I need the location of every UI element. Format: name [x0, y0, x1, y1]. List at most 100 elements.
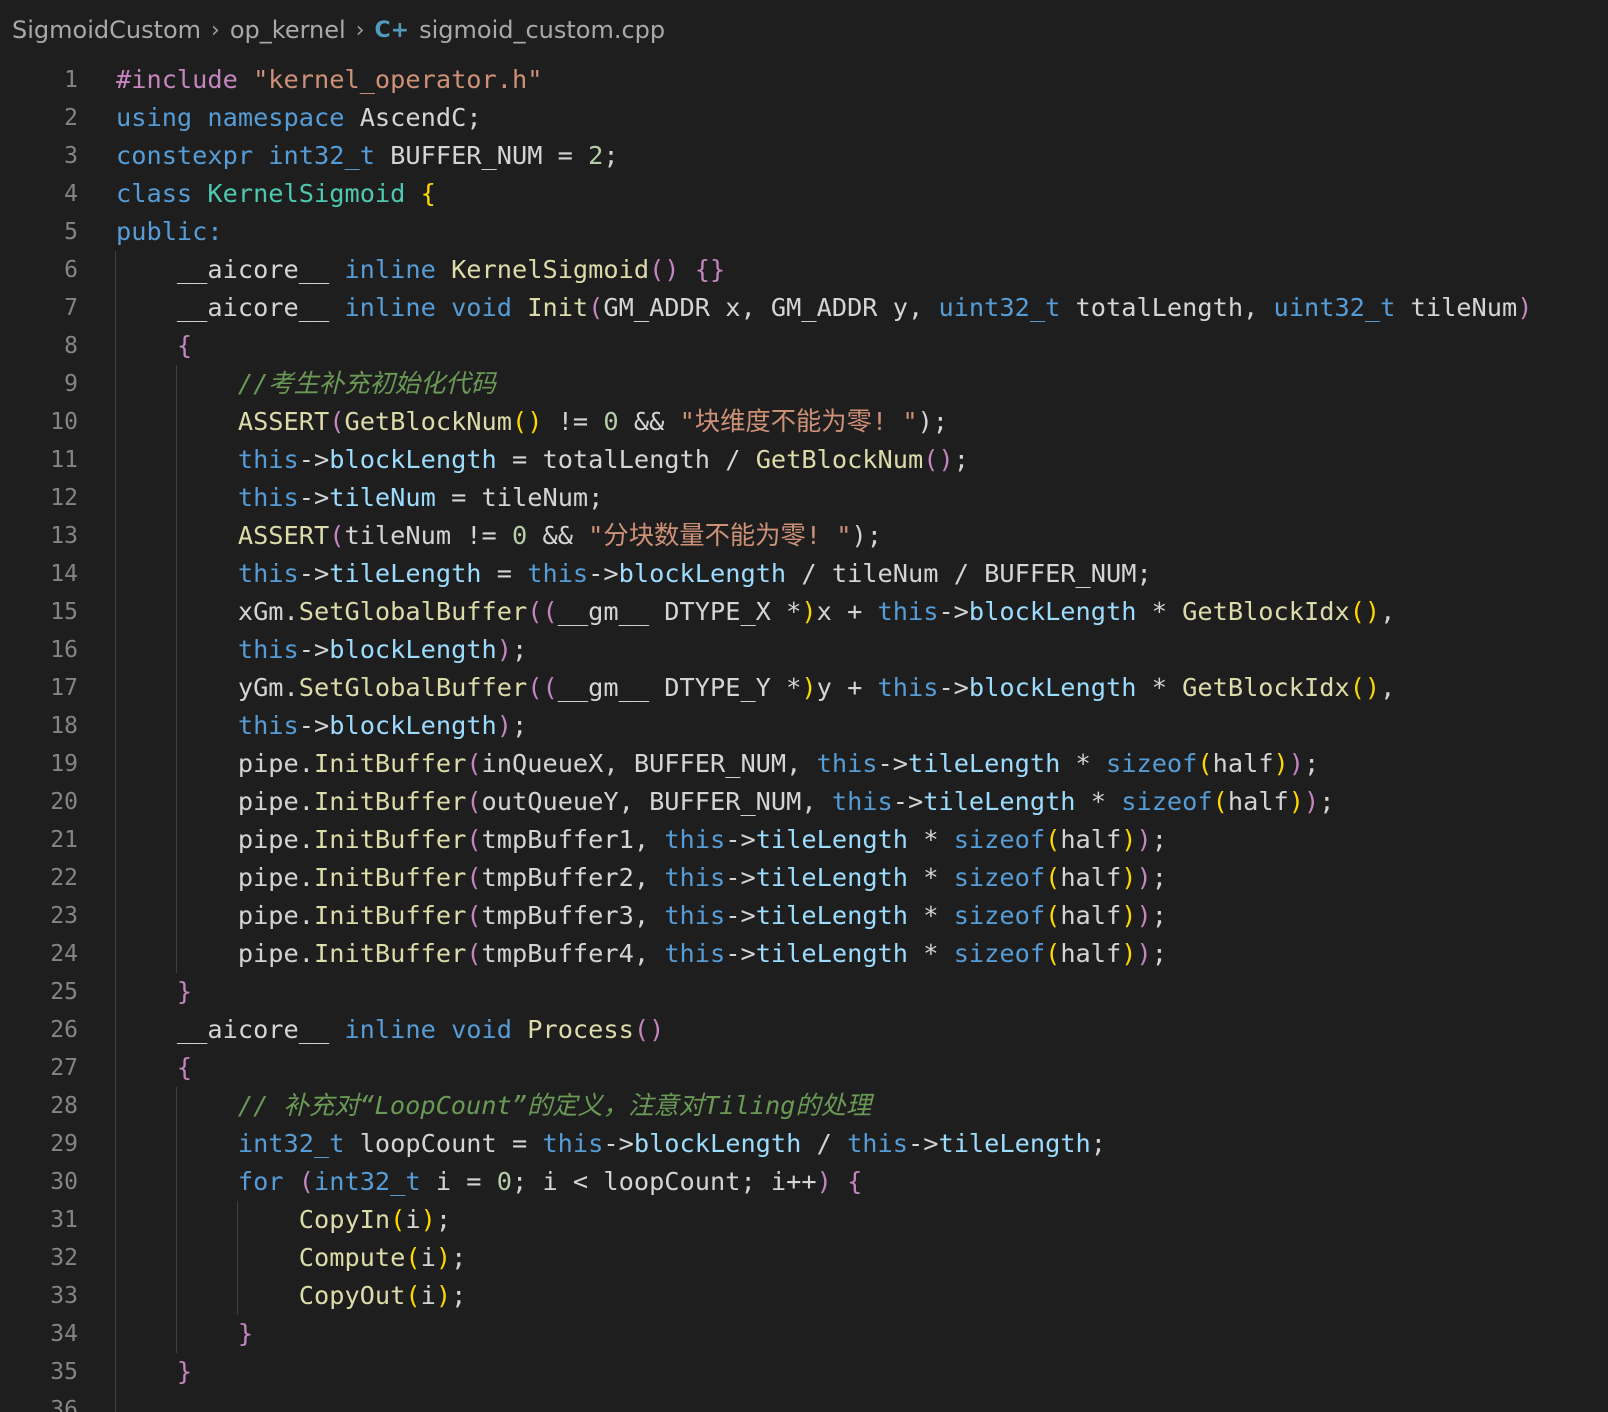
code-line[interactable]: ASSERT(tileNum != 0 && "分块数量不能为零! ");	[116, 517, 1532, 555]
breadcrumb-item-folder[interactable]: SigmoidCustom	[12, 16, 201, 44]
code-line[interactable]	[116, 1391, 1532, 1412]
code-line[interactable]: pipe.InitBuffer(tmpBuffer3, this->tileLe…	[116, 897, 1532, 935]
code-line[interactable]: xGm.SetGlobalBuffer((__gm__ DTYPE_X *)x …	[116, 593, 1532, 631]
code-token: (	[588, 293, 604, 322]
code-token: tileLength	[923, 787, 1091, 816]
code-token: sizeof	[953, 901, 1046, 930]
code-line[interactable]: this->tileLength = this->blockLength / t…	[116, 555, 1532, 593]
code-token: ;	[953, 445, 969, 474]
code-token: half	[1060, 901, 1122, 930]
code-line[interactable]: for (int32_t i = 0; i < loopCount; i++) …	[116, 1163, 1532, 1201]
code-token: )	[1136, 863, 1152, 892]
code-line[interactable]: pipe.InitBuffer(tmpBuffer2, this->tileLe…	[116, 859, 1532, 897]
code-token: *	[923, 901, 954, 930]
code-line[interactable]: CopyOut(i);	[116, 1277, 1532, 1315]
code-token: uint32_t	[1273, 293, 1411, 322]
code-line[interactable]: }	[116, 973, 1532, 1011]
code-token: ->	[588, 559, 619, 588]
code-token: CopyIn	[298, 1205, 391, 1234]
code-token: Process	[527, 1015, 634, 1044]
code-token: blockLength	[329, 445, 512, 474]
line-number: 3	[64, 143, 78, 169]
line-number: 12	[50, 485, 78, 511]
code-line[interactable]: // 补充对“LoopCount”的定义，注意对Tiling的处理	[116, 1087, 1532, 1125]
code-token: ->	[298, 559, 330, 588]
code-line[interactable]: public:	[116, 213, 1532, 251]
code-line[interactable]: using namespace AscendC;	[116, 99, 1532, 137]
code-line[interactable]: __aicore__ inline void Process()	[116, 1011, 1532, 1049]
code-token: *	[923, 825, 954, 854]
line-number: 24	[50, 941, 78, 967]
code-line[interactable]: constexpr int32_t BUFFER_NUM = 2;	[116, 137, 1532, 175]
code-line[interactable]: }	[116, 1315, 1532, 1353]
code-line[interactable]: class KernelSigmoid {	[116, 175, 1532, 213]
code-line[interactable]: CopyIn(i);	[116, 1201, 1532, 1239]
code-token: ; i < loopCount; i++	[512, 1167, 817, 1196]
code-line[interactable]: this->blockLength);	[116, 631, 1532, 669]
code-token: /	[816, 1129, 848, 1158]
code-editor[interactable]: 1 2 3 4 5 6 7 8 9 10 11 12 13 14 15 16 17 18 19 20 21 22 23 24 2…	[0, 61, 1608, 1412]
code-token: for	[237, 1167, 299, 1196]
code-token: ()	[512, 407, 558, 436]
breadcrumb-item-file[interactable]: sigmoid_custom.cpp	[419, 16, 665, 44]
code-line[interactable]: __aicore__ inline void Init(GM_ADDR x, G…	[116, 289, 1533, 327]
code-token: half	[1060, 863, 1122, 892]
line-number: 26	[50, 1017, 78, 1043]
line-number: 19	[50, 751, 78, 777]
code-line[interactable]: pipe.InitBuffer(tmpBuffer4, this->tileLe…	[116, 935, 1532, 973]
code-line[interactable]: {	[116, 327, 1532, 365]
code-line[interactable]: Compute(i);	[116, 1239, 1532, 1277]
code-token: InitBuffer	[314, 939, 467, 968]
code-line[interactable]: {	[116, 1049, 1532, 1087]
code-token: ->	[298, 711, 330, 740]
line-number: 15	[50, 599, 78, 625]
code-token: y +	[816, 673, 878, 702]
code-line[interactable]: pipe.InitBuffer(tmpBuffer1, this->tileLe…	[116, 821, 1532, 859]
code-token: )	[801, 597, 817, 626]
code-token: AscendC;	[359, 103, 482, 132]
code-token: x +	[816, 597, 878, 626]
code-token: ,	[1380, 597, 1396, 626]
code-token: )	[1304, 787, 1320, 816]
line-number: 31	[50, 1207, 78, 1233]
code-token: (	[329, 407, 345, 436]
code-token: )	[435, 1281, 452, 1310]
code-line[interactable]: #include "kernel_operator.h"	[116, 61, 1532, 99]
code-line[interactable]: ASSERT(GetBlockNum() != 0 && "块维度不能为零! "…	[116, 403, 1532, 441]
code-line[interactable]: this->blockLength);	[116, 707, 1532, 745]
code-line[interactable]: this->blockLength = totalLength / GetBlo…	[116, 441, 1532, 479]
code-token: KernelSigmoid	[451, 255, 650, 284]
code-token: sizeof	[1121, 787, 1213, 816]
code-token: )	[496, 635, 512, 664]
code-line[interactable]: }	[116, 1353, 1532, 1391]
code-token: yGm.	[237, 673, 299, 702]
code-token: int32_t	[268, 141, 391, 170]
chevron-right-icon: ›	[211, 17, 220, 43]
line-number: 35	[50, 1359, 78, 1385]
code-token: public:	[116, 217, 223, 246]
code-token: )	[420, 1205, 436, 1234]
line-number: 18	[50, 713, 78, 739]
code-line[interactable]: __aicore__ inline KernelSigmoid() {}	[116, 251, 1532, 289]
code-token: );	[917, 407, 949, 436]
code-token: ASSERT	[237, 521, 330, 550]
code-line[interactable]: pipe.InitBuffer(inQueueX, BUFFER_NUM, th…	[116, 745, 1532, 783]
code-token: pipe.	[237, 749, 314, 778]
code-line[interactable]: pipe.InitBuffer(outQueueY, BUFFER_NUM, t…	[116, 783, 1532, 821]
code-token: ()	[1349, 673, 1381, 702]
code-line[interactable]: this->tileNum = tileNum;	[116, 479, 1532, 517]
code-token: )	[496, 711, 512, 740]
code-line[interactable]: //考生补充初始化代码	[116, 365, 1532, 403]
code-line[interactable]: yGm.SetGlobalBuffer((__gm__ DTYPE_Y *)y …	[116, 669, 1532, 707]
code-token: this	[664, 901, 726, 930]
code-token: ;	[435, 1205, 452, 1234]
code-token: )	[435, 1243, 452, 1272]
code-line[interactable]: int32_t loopCount = this->blockLength / …	[116, 1125, 1532, 1163]
breadcrumb-item-subfolder[interactable]: op_kernel	[230, 16, 346, 44]
code-token: sizeof	[953, 825, 1046, 854]
code-token: sizeof	[953, 863, 1046, 892]
code-area[interactable]: #include "kernel_operator.h" using namesp…	[116, 61, 1532, 1412]
